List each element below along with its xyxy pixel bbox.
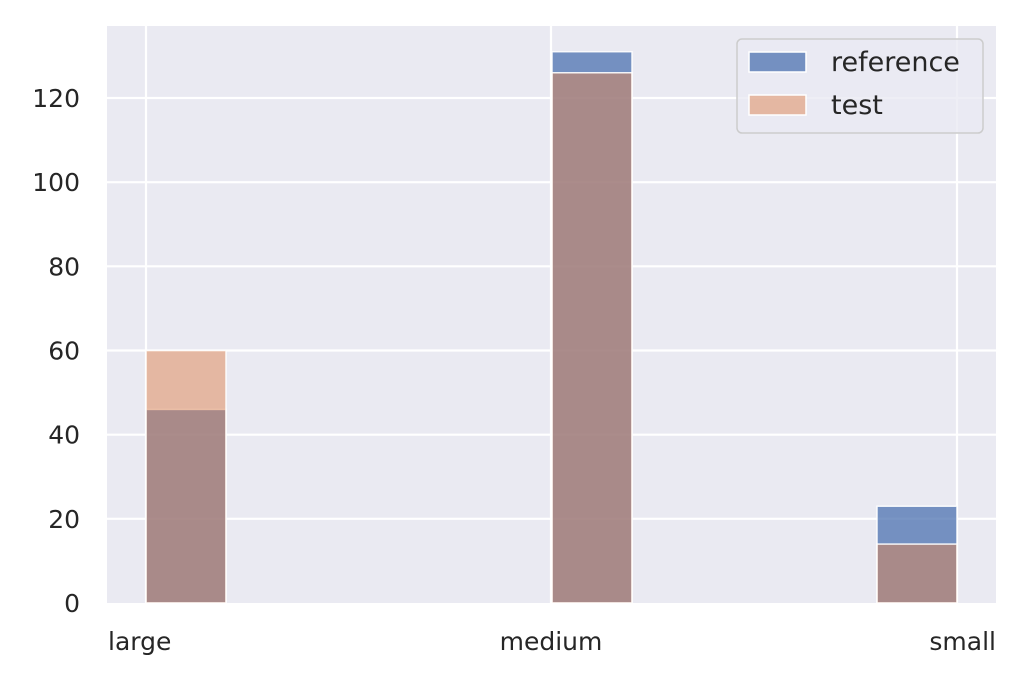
- bar-test-medium: [551, 72, 633, 604]
- x-tick-label-medium: medium: [500, 627, 603, 656]
- y-axis: 0 20 40 60 80 100 120: [32, 84, 80, 618]
- legend-swatch-test: [748, 94, 807, 116]
- y-tick-label-40: 40: [48, 421, 80, 450]
- legend-swatch-reference: [748, 51, 807, 73]
- bar-test-small: [876, 543, 958, 604]
- histogram-chart: 0 20 40 60 80 100 120 large medium small referen…: [32, 26, 996, 656]
- legend: reference test: [736, 38, 984, 134]
- legend-label-test: test: [831, 90, 883, 121]
- y-tick-label-60: 60: [48, 337, 80, 366]
- y-tick-label-0: 0: [64, 589, 80, 618]
- x-tick-label-large: large: [108, 627, 171, 656]
- y-tick-label-20: 20: [48, 505, 80, 534]
- legend-label-reference: reference: [831, 47, 960, 78]
- y-tick-label-120: 120: [32, 84, 80, 113]
- y-tick-label-80: 80: [48, 252, 80, 281]
- y-tick-label-100: 100: [32, 168, 80, 197]
- x-axis: large medium small: [108, 627, 996, 656]
- x-tick-label-small: small: [929, 627, 996, 656]
- bar-test-large: [145, 349, 227, 604]
